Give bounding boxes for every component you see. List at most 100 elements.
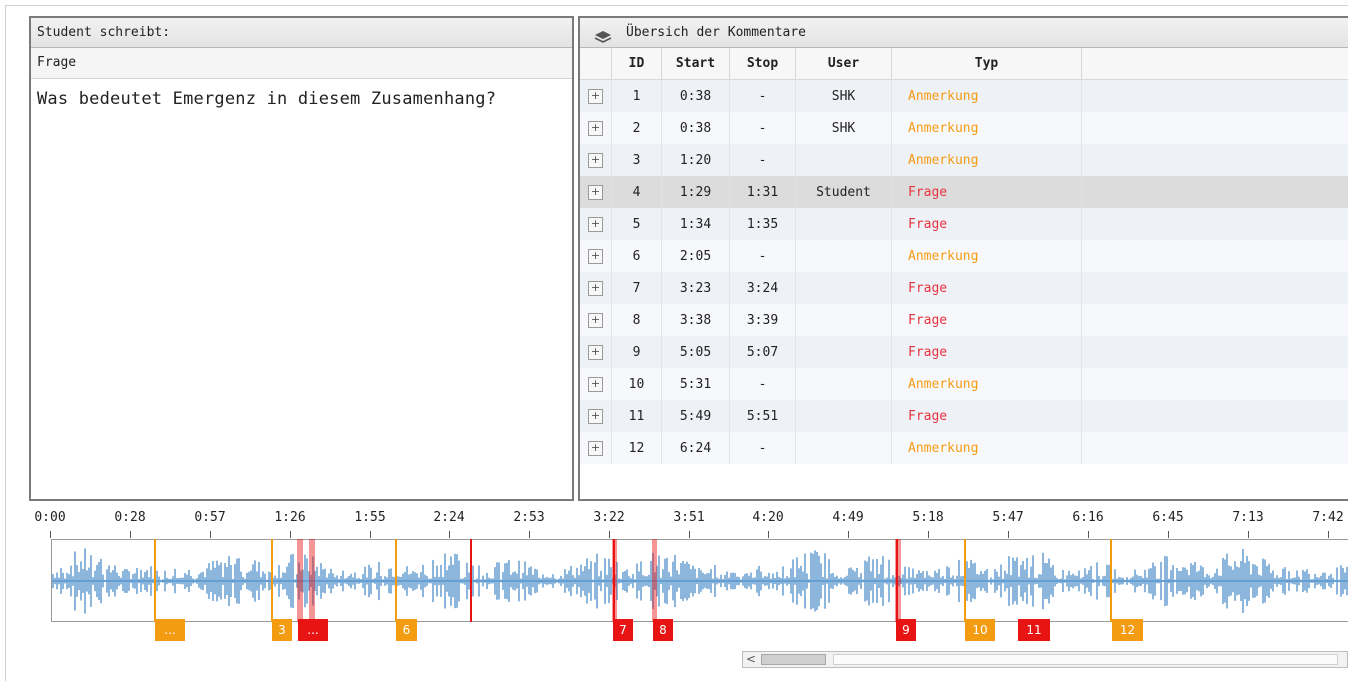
cell-user <box>796 240 892 272</box>
expand-plus-icon[interactable]: + <box>588 312 603 328</box>
comment-range-band[interactable] <box>309 539 315 622</box>
cell-empty <box>1082 432 1348 464</box>
time-tick-label: 1:55 <box>354 510 386 525</box>
time-tick-label: 7:13 <box>1232 510 1264 525</box>
cell-user <box>796 304 892 336</box>
time-tick-mark <box>609 531 610 538</box>
cell-typ: Anmerkung <box>892 432 1082 464</box>
audio-timeline: 0:00 0:28 0:57 1:26 1:55 2:24 2:53 3:22 3:51 4:20… <box>0 505 1348 681</box>
cell-user: SHK <box>796 112 892 144</box>
cell-typ: Frage <box>892 336 1082 368</box>
time-tick-label: 4:20 <box>752 510 784 525</box>
cell-empty <box>1082 80 1348 112</box>
cell-id: 8 <box>612 304 662 336</box>
cell-start: 1:20 <box>662 144 730 176</box>
cell-id: 5 <box>612 208 662 240</box>
comment-position-line[interactable] <box>154 539 156 622</box>
expand-plus-icon[interactable]: + <box>588 248 603 264</box>
comment-marker[interactable]: 11 <box>1018 619 1050 641</box>
table-row[interactable]: +9 5:05 5:07 Frage <box>580 336 1348 368</box>
cell-empty <box>1082 240 1348 272</box>
scroll-track[interactable] <box>833 654 1338 665</box>
comment-marker[interactable]: 12 <box>1112 619 1143 641</box>
cell-start: 5:49 <box>662 400 730 432</box>
expand-plus-icon[interactable]: + <box>588 376 603 392</box>
table-row[interactable]: +12 6:24- Anmerkung <box>580 432 1348 464</box>
scroll-thumb[interactable] <box>761 654 826 665</box>
expand-column-header <box>580 48 612 79</box>
table-row[interactable]: +5 1:34 1:35 Frage <box>580 208 1348 240</box>
expand-plus-icon[interactable]: + <box>588 440 603 456</box>
cell-id: 12 <box>612 432 662 464</box>
time-tick-label: 4:49 <box>832 510 864 525</box>
table-row[interactable]: +3 1:20- Anmerkung <box>580 144 1348 176</box>
cell-stop: 3:24 <box>730 272 796 304</box>
column-header-stop[interactable]: Stop <box>730 48 796 79</box>
column-header-start[interactable]: Start <box>662 48 730 79</box>
timeline-scrollbar[interactable]: < <box>742 651 1348 668</box>
column-header-typ[interactable]: Typ <box>892 48 1082 79</box>
comment-position-line[interactable] <box>896 539 898 622</box>
table-row[interactable]: +6 2:05- Anmerkung <box>580 240 1348 272</box>
table-row[interactable]: +11 5:49 5:51 Frage <box>580 400 1348 432</box>
table-row[interactable]: +2 0:38- SHK Anmerkung <box>580 112 1348 144</box>
time-tick-mark <box>370 531 371 538</box>
comment-position-line[interactable] <box>470 539 472 622</box>
table-row[interactable]: +1 0:38- SHK Anmerkung <box>580 80 1348 112</box>
comment-marker[interactable]: 9 <box>896 619 916 641</box>
time-tick-mark <box>449 531 450 538</box>
cell-typ: Frage <box>892 272 1082 304</box>
comment-marker[interactable]: 10 <box>965 619 995 641</box>
comment-position-line[interactable] <box>964 539 966 622</box>
cell-user <box>796 272 892 304</box>
time-tick-label: 6:16 <box>1072 510 1104 525</box>
table-row[interactable]: +7 3:23 3:24 Frage <box>580 272 1348 304</box>
comment-marker[interactable]: ... <box>298 619 328 641</box>
comment-range-band[interactable] <box>652 539 657 622</box>
cell-user <box>796 144 892 176</box>
cell-stop: - <box>730 240 796 272</box>
expand-plus-icon[interactable]: + <box>588 280 603 296</box>
comment-position-line[interactable] <box>1110 539 1112 622</box>
comments-overview-panel: Übersich der Kommentare ID Start Stop Us… <box>578 16 1348 501</box>
comment-marker[interactable]: 3 <box>272 619 292 641</box>
cell-user <box>796 336 892 368</box>
time-tick-label: 0:57 <box>194 510 226 525</box>
cell-typ: Frage <box>892 208 1082 240</box>
comments-table-body: +1 0:38- SHK Anmerkung +2 0:38- SHK Anmerkung +3… <box>580 80 1348 464</box>
comment-position-line[interactable] <box>271 539 273 622</box>
comment-marker[interactable]: 7 <box>613 619 633 641</box>
time-tick-mark <box>1328 531 1329 538</box>
expand-plus-icon[interactable]: + <box>588 216 603 232</box>
table-row[interactable]: +8 3:38 3:39 Frage <box>580 304 1348 336</box>
expand-plus-icon[interactable]: + <box>588 184 603 200</box>
comment-position-line[interactable] <box>395 539 397 622</box>
comment-range-band[interactable] <box>297 539 303 622</box>
expand-plus-icon[interactable]: + <box>588 408 603 424</box>
expand-plus-icon[interactable]: + <box>588 152 603 168</box>
cell-stop: 3:39 <box>730 304 796 336</box>
comment-marker[interactable]: ... <box>155 619 185 641</box>
column-header-id[interactable]: ID <box>612 48 662 79</box>
time-tick-mark <box>848 531 849 538</box>
expand-plus-icon[interactable]: + <box>588 88 603 104</box>
expand-cell: + <box>580 208 612 240</box>
question-text[interactable]: Was bedeutet Emergenz in diesem Zusamenh… <box>31 79 572 109</box>
scroll-left-icon[interactable]: < <box>746 652 756 667</box>
column-header-empty <box>1082 48 1348 79</box>
expand-cell: + <box>580 112 612 144</box>
audio-waveform[interactable] <box>51 539 1348 622</box>
cell-typ: Anmerkung <box>892 240 1082 272</box>
table-row[interactable]: +10 5:31- Anmerkung <box>580 368 1348 400</box>
column-header-user[interactable]: User <box>796 48 892 79</box>
cell-start: 1:29 <box>662 176 730 208</box>
cell-id: 10 <box>612 368 662 400</box>
comment-marker[interactable]: 8 <box>653 619 673 641</box>
cell-stop: 1:31 <box>730 176 796 208</box>
comment-marker[interactable]: 6 <box>396 619 417 641</box>
table-row[interactable]: +4 1:29 1:31 Student Frage <box>580 176 1348 208</box>
comment-position-line[interactable] <box>613 539 615 622</box>
expand-plus-icon[interactable]: + <box>588 344 603 360</box>
table-header: ID Start Stop User Typ <box>580 48 1348 80</box>
expand-plus-icon[interactable]: + <box>588 120 603 136</box>
